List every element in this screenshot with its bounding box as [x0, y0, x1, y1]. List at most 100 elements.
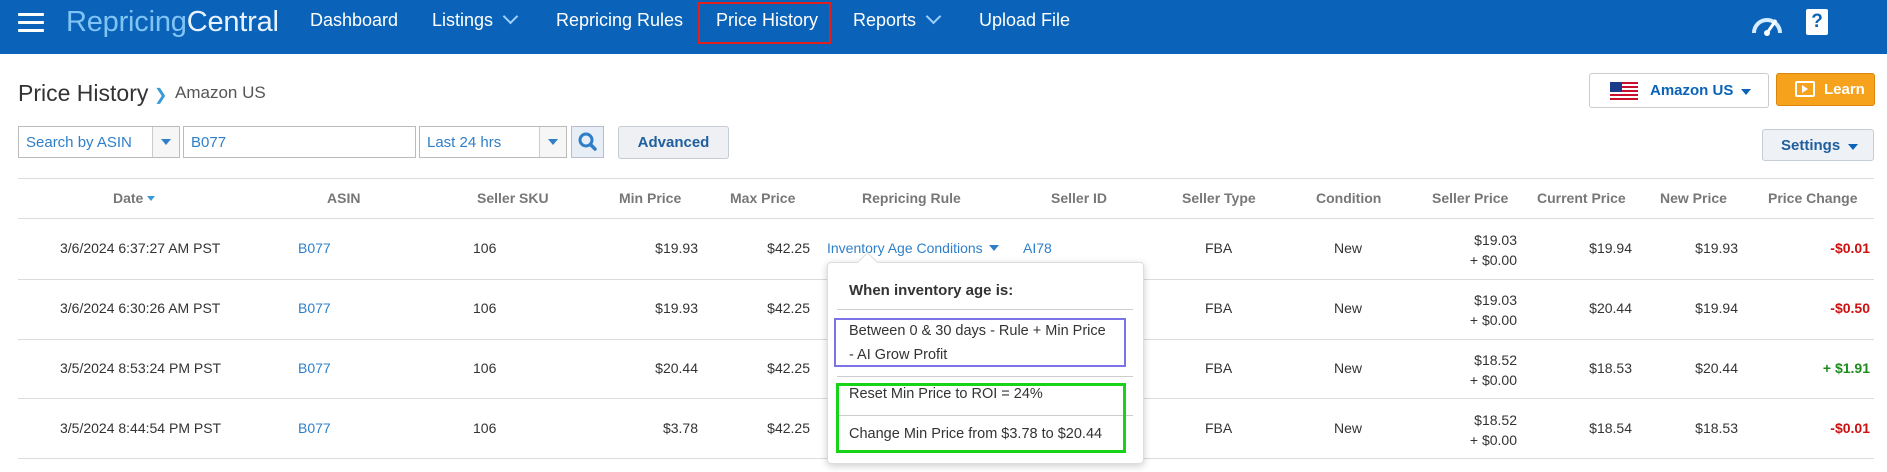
- cell-seller-id[interactable]: AI78: [1023, 240, 1052, 256]
- col-header-min-price: Min Price: [619, 190, 682, 206]
- cell-date: 3/5/2024 8:44:54 PM PST: [60, 420, 222, 436]
- seller-shipping-value: + $0.00: [1469, 372, 1517, 388]
- cell-min-price: $19.93: [655, 240, 698, 256]
- col-header-price-change: Price Change: [1768, 190, 1858, 206]
- cell-repricing-rule[interactable]: Inventory Age Conditions: [827, 240, 999, 256]
- cell-min-price: $19.93: [655, 300, 698, 316]
- chevron-down-icon: [925, 8, 942, 25]
- table-top-border: [18, 178, 1874, 179]
- cell-seller-type: FBA: [1205, 300, 1233, 316]
- chevron-down-icon: [502, 8, 519, 25]
- nav-dashboard[interactable]: Dashboard: [310, 0, 398, 42]
- dropdown-arrow: [152, 127, 179, 157]
- cell-max-price: $42.25: [767, 240, 810, 256]
- app-logo[interactable]: RepricingCentral: [66, 6, 279, 39]
- col-header-repricing-rule: Repricing Rule: [862, 190, 961, 206]
- cell-seller-type: FBA: [1205, 360, 1233, 376]
- col-header-current-price: Current Price: [1537, 190, 1626, 206]
- cell-new-price: $20.44: [1695, 360, 1738, 376]
- dropdown-arrow: [539, 127, 566, 157]
- caret-down-icon: [161, 139, 171, 145]
- caret-down-icon: [1848, 144, 1858, 150]
- page-title: Price History: [18, 80, 149, 106]
- cell-asin[interactable]: B077: [298, 240, 331, 256]
- marketplace-label: Amazon US: [1650, 82, 1734, 99]
- cell-seller-price: $19.03 + $0.00: [1470, 230, 1517, 270]
- cell-seller-sku: 106: [473, 420, 497, 436]
- breadcrumb-arrow-icon: ❯: [154, 87, 168, 104]
- top-nav: RepricingCentral Dashboard Listings Repr…: [0, 0, 1887, 54]
- popover-divider: [837, 376, 1133, 377]
- cell-price-change: -$0.01: [1830, 420, 1870, 436]
- seller-price-value: $18.52: [1474, 352, 1517, 368]
- cell-condition: New: [1334, 240, 1363, 256]
- cell-seller-price: $18.52 + $0.00: [1470, 410, 1517, 450]
- col-header-max-price: Max Price: [730, 190, 796, 206]
- cell-condition: New: [1334, 300, 1363, 316]
- cell-price-change: + $1.91: [1822, 360, 1870, 376]
- caret-down-icon: [548, 139, 558, 145]
- settings-label: Settings: [1781, 137, 1841, 154]
- popover-divider: [837, 309, 1133, 310]
- cell-min-price: $20.44: [655, 360, 698, 376]
- sort-desc-icon: [147, 196, 156, 201]
- highlight-box-purple: [834, 318, 1126, 367]
- cell-seller-type: FBA: [1205, 420, 1233, 436]
- cell-asin[interactable]: B077: [298, 360, 331, 376]
- search-type-value: Search by ASIN: [26, 134, 132, 151]
- seller-price-value: $18.52: [1474, 412, 1517, 428]
- cell-seller-price: $18.52 + $0.00: [1470, 350, 1517, 390]
- logo-text-a: Repricing: [66, 6, 187, 38]
- cell-max-price: $42.25: [767, 300, 810, 316]
- cell-seller-sku: 106: [473, 240, 497, 256]
- cell-condition: New: [1334, 360, 1363, 376]
- seller-shipping-value: + $0.00: [1469, 432, 1517, 448]
- cell-max-price: $42.25: [767, 360, 810, 376]
- col-header-new-price: New Price: [1660, 190, 1727, 206]
- cell-seller-price: $19.03 + $0.00: [1470, 290, 1517, 330]
- speedometer-icon[interactable]: [1750, 9, 1784, 39]
- learn-button[interactable]: Learn: [1776, 73, 1875, 106]
- hamburger-icon[interactable]: [18, 13, 44, 33]
- nav-reports-label: Reports: [853, 10, 917, 30]
- settings-dropdown[interactable]: Settings: [1762, 129, 1874, 161]
- nav-repricing-rules[interactable]: Repricing Rules: [556, 0, 683, 42]
- video-play-icon: [1795, 81, 1815, 97]
- cell-date: 3/5/2024 8:53:24 PM PST: [60, 360, 222, 376]
- help-icon[interactable]: ?: [1806, 9, 1828, 35]
- highlight-box-green: [836, 383, 1126, 453]
- col-header-seller-type: Seller Type: [1182, 190, 1256, 206]
- search-type-select[interactable]: Search by ASIN: [18, 126, 180, 158]
- nav-listings-label: Listings: [432, 10, 494, 30]
- cell-new-price: $18.53: [1695, 420, 1738, 436]
- nav-reports[interactable]: Reports: [853, 0, 942, 42]
- cell-price-change: -$0.01: [1830, 240, 1870, 256]
- breadcrumb[interactable]: Amazon US: [175, 83, 266, 103]
- cell-date: 3/6/2024 6:37:27 AM PST: [60, 240, 221, 256]
- date-range-value: Last 24 hrs: [427, 134, 502, 151]
- seller-shipping-value: + $0.00: [1469, 252, 1517, 268]
- col-header-date[interactable]: Date: [113, 190, 156, 206]
- table-header-border: [18, 218, 1874, 219]
- seller-price-value: $19.03: [1474, 232, 1517, 248]
- learn-label: Learn: [1824, 81, 1865, 98]
- nav-listings[interactable]: Listings: [432, 0, 519, 42]
- search-icon: [578, 132, 597, 151]
- nav-upload-file[interactable]: Upload File: [979, 0, 1070, 42]
- repricing-rule-popover: When inventory age is: Between 0 & 30 da…: [827, 251, 1144, 464]
- col-header-seller-price: Seller Price: [1432, 190, 1509, 206]
- search-button[interactable]: [571, 126, 604, 158]
- cell-date: 3/6/2024 6:30:26 AM PST: [60, 300, 221, 316]
- cell-new-price: $19.93: [1695, 240, 1738, 256]
- cell-current-price: $20.44: [1589, 300, 1632, 316]
- date-range-select[interactable]: Last 24 hrs: [419, 126, 567, 158]
- col-header-seller-sku: Seller SKU: [477, 190, 549, 206]
- cell-seller-sku: 106: [473, 360, 497, 376]
- marketplace-dropdown[interactable]: Amazon US: [1589, 73, 1769, 108]
- caret-down-icon: [988, 245, 999, 251]
- cell-asin[interactable]: B077: [298, 420, 331, 436]
- search-input[interactable]: [183, 126, 416, 158]
- logo-text-b: Central: [186, 6, 279, 38]
- advanced-button[interactable]: Advanced: [618, 126, 729, 159]
- cell-asin[interactable]: B077: [298, 300, 331, 316]
